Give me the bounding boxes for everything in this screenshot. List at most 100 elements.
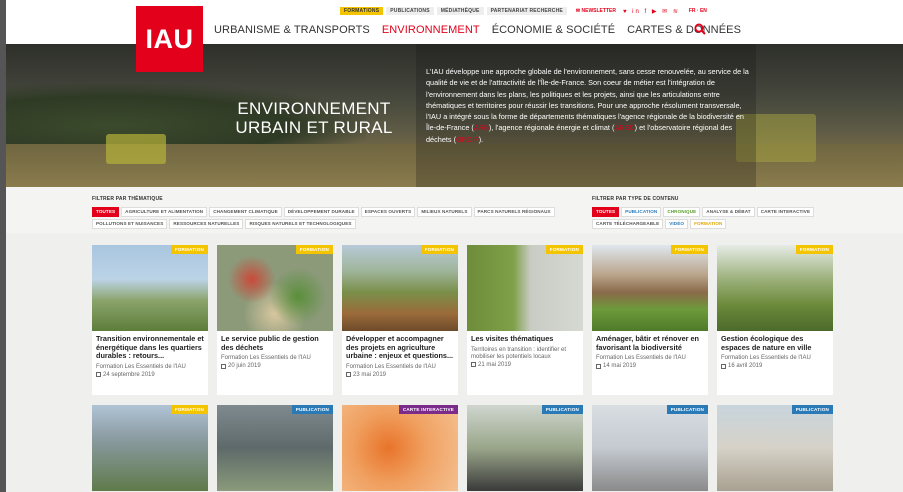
content-card[interactable]: FORMATION Les visites thématiques Territ…: [467, 245, 583, 395]
filter-type-label: FILTRER PAR TYPE DE CONTENU: [592, 196, 679, 202]
chip-type[interactable]: FORMATION: [690, 219, 727, 229]
content-card[interactable]: FORMATION Gestion écologique des espaces…: [717, 245, 833, 395]
content-card[interactable]: PUBLICATION: [217, 405, 333, 491]
chip-thematique[interactable]: TOUTES: [92, 207, 120, 217]
content-card[interactable]: CARTE INTERACTIVE: [342, 405, 458, 491]
card-title[interactable]: Gestion écologique des espaces de nature…: [721, 334, 829, 352]
link-arec[interactable]: AREC: [614, 123, 634, 132]
link-formations[interactable]: FORMATIONS: [340, 7, 384, 15]
newsletter-link[interactable]: ✉ NEWSLETTER: [576, 8, 616, 14]
calendar-icon: [596, 363, 601, 369]
hero-title-line1: ENVIRONNEMENT: [237, 99, 391, 118]
card-meta: Formation Les Essentiels de l'IAU: [96, 363, 186, 370]
card-image: PUBLICATION: [467, 405, 583, 491]
card-image: FORMATION: [92, 405, 208, 491]
hero-title: ENVIRONNEMENT URBAIN ET RURAL: [234, 99, 394, 137]
link-ordif[interactable]: ORDIF: [456, 135, 479, 144]
card-title[interactable]: Transition environnementale et énergétiq…: [96, 334, 204, 361]
chip-type[interactable]: VIDÉO: [665, 219, 689, 229]
nav-economie[interactable]: ÉCONOMIE & SOCIÉTÉ: [492, 24, 615, 36]
link-partenariat[interactable]: PARTENARIAT RECHERCHE: [486, 7, 567, 15]
card-date-text: 14 mai 2019: [603, 363, 637, 369]
content-card[interactable]: FORMATION Développer et accompagner des …: [342, 245, 458, 395]
card-tag: PUBLICATION: [666, 405, 708, 414]
chip-thematique[interactable]: RESSOURCES NATURELLES: [169, 219, 244, 229]
hero-description: L'IAU développe une approche globale de …: [426, 66, 751, 145]
card-date: 21 mai 2019: [471, 362, 579, 368]
calendar-icon: [346, 372, 351, 377]
card-title[interactable]: Développer et accompagner des projets en…: [346, 334, 454, 361]
filters-panel: FILTRER PAR THÉMATIQUE TOUTES AGRICULTUR…: [6, 187, 903, 233]
nav-urbanisme[interactable]: URBANISME & TRANSPORTS: [214, 24, 370, 36]
content-card[interactable]: FORMATION Aménager, bâtir et rénover en …: [592, 245, 708, 395]
card-image: PUBLICATION: [592, 405, 708, 491]
card-title[interactable]: Le service public de gestion des déchets: [221, 334, 329, 352]
content-card[interactable]: FORMATION Transition environnementale et…: [92, 245, 208, 395]
chip-type[interactable]: CHRONIQUE: [663, 207, 701, 217]
page: FORMATIONS PUBLICATIONS MÉDIATHÈQUE PART…: [6, 0, 903, 492]
card-date: 23 mai 2019: [346, 372, 454, 378]
card-tag: FORMATION: [545, 245, 583, 254]
card-meta: Formation Les Essentiels de l'IAU: [221, 355, 311, 361]
hero-tractor-image: [106, 134, 166, 164]
card-date-text: 16 avril 2019: [728, 363, 763, 369]
link-mediatheque[interactable]: MÉDIATHÈQUE: [436, 7, 484, 15]
chip-type[interactable]: ANALYSE & DÉBAT: [702, 207, 755, 217]
calendar-icon: [721, 363, 726, 369]
card-tag: FORMATION: [170, 245, 208, 254]
chip-thematique[interactable]: ESPACES OUVERTS: [360, 207, 416, 217]
card-date: 16 avril 2019: [721, 363, 829, 369]
chip-thematique[interactable]: DÉVELOPPEMENT DURABLE: [283, 207, 359, 217]
chip-type[interactable]: PUBLICATION: [621, 207, 662, 217]
card-image: FORMATION: [217, 245, 333, 331]
search-icon[interactable]: [694, 23, 706, 35]
nav-cartes[interactable]: CARTES & DONNÉES: [627, 24, 741, 36]
nav-environnement[interactable]: ENVIRONNEMENT: [382, 24, 480, 36]
card-image: FORMATION: [92, 245, 208, 331]
card-image: FORMATION: [717, 245, 833, 331]
card-image: FORMATION: [342, 245, 458, 331]
calendar-icon: [221, 363, 226, 369]
card-tag: CARTE INTERACTIVE: [398, 405, 458, 414]
hero-text-part: ), l'agence régionale énergie et climat …: [488, 123, 615, 133]
content-card[interactable]: PUBLICATION: [592, 405, 708, 491]
chip-thematique[interactable]: POLLUTIONS ET NUISANCES: [92, 219, 168, 229]
card-tag: FORMATION: [295, 245, 333, 254]
card-title[interactable]: Aménager, bâtir et rénover en favorisant…: [596, 334, 704, 352]
calendar-icon: [96, 372, 101, 377]
chip-type[interactable]: TOUTES: [592, 207, 620, 217]
card-image: CARTE INTERACTIVE: [342, 405, 458, 491]
chip-thematique[interactable]: AGRICULTURE ET ALIMENTATION: [121, 207, 208, 217]
card-meta: Formation Les Essentiels de l'IAU: [721, 355, 811, 361]
card-image: FORMATION: [592, 245, 708, 331]
social-icons[interactable]: ♥ in f ▶ ✉ ≋: [623, 8, 680, 15]
card-title[interactable]: Les visites thématiques: [471, 334, 579, 344]
language-switch[interactable]: FR · EN: [689, 8, 707, 14]
content-card[interactable]: FORMATION Le service public de gestion d…: [217, 245, 333, 395]
card-date-text: 20 juin 2019: [228, 363, 261, 369]
chip-type[interactable]: CARTE TÉLÉCHARGEABLE: [592, 219, 664, 229]
chip-thematique[interactable]: CHANGEMENT CLIMATIQUE: [209, 207, 282, 217]
chip-thematique[interactable]: MILIEUX NATURELS: [417, 207, 472, 217]
chip-type[interactable]: CARTE INTERACTIVE: [756, 207, 815, 217]
card-meta: Formation Les Essentiels de l'IAU: [596, 355, 686, 361]
card-image: PUBLICATION: [717, 405, 833, 491]
link-publications[interactable]: PUBLICATIONS: [386, 7, 434, 15]
card-meta: Formation Les Essentiels de l'IAU: [346, 363, 436, 370]
card-image: FORMATION: [467, 245, 583, 331]
filter-thematique-label: FILTRER PAR THÉMATIQUE: [92, 196, 163, 202]
content-card[interactable]: FORMATION: [92, 405, 208, 491]
content-card[interactable]: PUBLICATION: [717, 405, 833, 491]
card-date-text: 24 septembre 2019: [103, 371, 155, 378]
card-date: 20 juin 2019: [221, 363, 329, 369]
card-date-text: 23 mai 2019: [353, 371, 387, 378]
card-tag: PUBLICATION: [541, 405, 583, 414]
chip-thematique[interactable]: RISQUES NATURELS ET TECHNOLOGIQUES: [245, 219, 356, 229]
filter-thematique-chips: TOUTES AGRICULTURE ET ALIMENTATION CHANG…: [92, 207, 582, 229]
chip-thematique[interactable]: PARCS NATURELS RÉGIONAUX: [473, 207, 555, 217]
card-tag: FORMATION: [420, 245, 458, 254]
link-arb[interactable]: ARB: [474, 123, 489, 132]
content-card[interactable]: PUBLICATION: [467, 405, 583, 491]
calendar-icon: [471, 362, 476, 367]
iau-logo[interactable]: IAU: [136, 6, 203, 72]
